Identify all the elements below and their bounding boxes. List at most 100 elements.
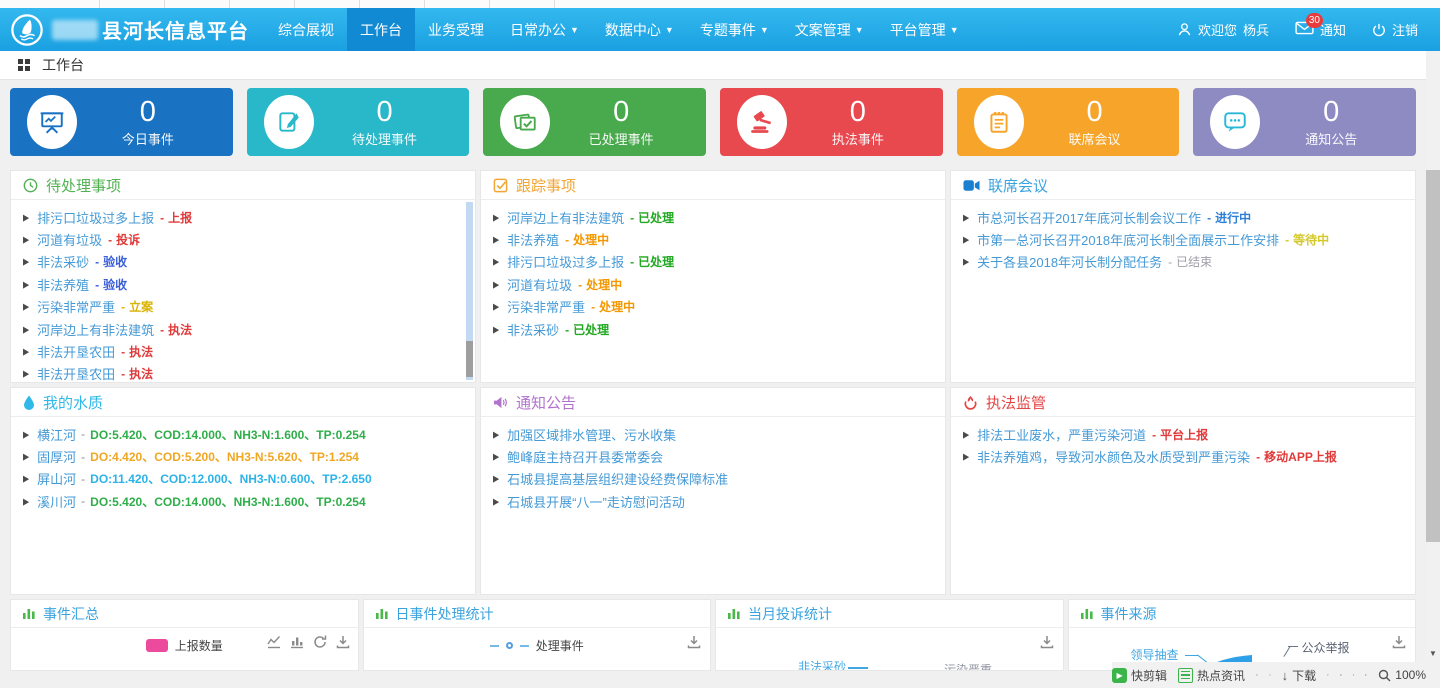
caret-right-icon: ▶ (23, 474, 29, 484)
list-item[interactable]: ▶石城县提高基层组织建设经费保障标准 (493, 468, 933, 490)
list-item[interactable]: ▶非法开垦农田-执法 (23, 363, 463, 383)
list-item[interactable]: ▶污染非常严重-处理中 (493, 296, 933, 318)
list-item[interactable]: ▶市总河长召开2017年底河长制会议工作-进行中 (963, 206, 1403, 228)
list-item[interactable]: ▶污染非常严重-立案 (23, 296, 463, 318)
list-item[interactable]: ▶市第一总河长召开2018年底河长制全面展示工作安排-等待中 (963, 228, 1403, 250)
item-text: 排法工业废水，严重污染河道 (977, 425, 1146, 444)
list-item[interactable]: ▶石城县开展“八一”走访慰问活动 (493, 490, 933, 512)
pin-icon[interactable] (1269, 668, 1271, 682)
list-item[interactable]: ▶非法养殖-验收 (23, 273, 463, 295)
menu-item-workbench[interactable]: 工作台 (347, 8, 415, 51)
item-text: 加强区域排水管理、污水收集 (507, 425, 676, 444)
item-status: -平台上报 (1152, 426, 1208, 443)
panel-title: 待处理事项 (46, 175, 121, 196)
download-arrow-icon: ↓ (1282, 668, 1289, 683)
download-icon[interactable] (1392, 635, 1406, 649)
pending-list: ▶排污口垃圾过多上报-上报 ▶河道有垃圾-投诉 ▶非法采砂-验收 ▶非法养殖-验… (11, 200, 475, 383)
card-today-events[interactable]: 0 今日事件 (10, 88, 233, 156)
card-processed-events[interactable]: 0 已处理事件 (483, 88, 706, 156)
caret-right-icon: ▶ (23, 212, 29, 222)
list-item[interactable]: ▶非法采砂-已处理 (493, 318, 933, 340)
download-button[interactable]: ↓ 下载 (1282, 667, 1317, 684)
scrollbar-thumb[interactable] (1426, 170, 1440, 542)
zoom-control[interactable]: 100% (1378, 668, 1426, 682)
item-text: 非法养殖 (37, 275, 89, 294)
legend-line-icon (520, 645, 529, 647)
hot-news-button[interactable]: 热点资讯 (1178, 667, 1245, 684)
compat-mode-icon[interactable] (1340, 668, 1342, 682)
menu-item-overview[interactable]: 综合展视 (265, 8, 347, 51)
list-item[interactable]: ▶关于各县2018年河长制分配任务-已结束 (963, 251, 1403, 273)
flag-icon[interactable] (1327, 668, 1329, 682)
menu-item-document-mgmt[interactable]: 文案管理▼ (782, 8, 877, 51)
refresh-icon[interactable] (313, 635, 327, 649)
bar-chart-icon (1080, 607, 1094, 621)
list-item[interactable]: ▶固厚河-DO:4.420、COD:5.200、NH3-N:5.620、TP:1… (23, 445, 463, 467)
list-item[interactable]: ▶加强区域排水管理、污水收集 (493, 423, 933, 445)
page-scrollbar[interactable]: ▼ (1426, 51, 1440, 688)
chart-title: 事件来源 (1101, 604, 1157, 624)
quick-clip-button[interactable]: ▶ 快剪辑 (1112, 667, 1167, 684)
list-item[interactable]: ▶溪川河-DO:5.420、COD:14.000、NH3-N:1.600、TP:… (23, 490, 463, 512)
speaker-icon[interactable] (1365, 668, 1367, 682)
user-chip[interactable]: 欢迎您 杨兵 (1177, 20, 1269, 39)
window-icon[interactable] (1353, 668, 1355, 682)
separator: - (1168, 255, 1172, 269)
card-pending-events[interactable]: 0 待处理事件 (247, 88, 470, 156)
scrollbar-thumb[interactable] (466, 341, 473, 377)
bar-chart-icon (22, 607, 36, 621)
caret-right-icon: ▶ (23, 429, 29, 439)
list-item[interactable]: ▶河道有垃圾-处理中 (493, 273, 933, 295)
caret-right-icon: ▶ (963, 257, 969, 267)
card-law-events[interactable]: 0 执法事件 (720, 88, 943, 156)
download-icon[interactable] (1040, 635, 1054, 649)
speed-mode-icon[interactable] (1256, 668, 1258, 682)
list-item[interactable]: ▶非法采砂-验收 (23, 251, 463, 273)
separator: - (95, 278, 99, 292)
list-item[interactable]: ▶鲍峰庭主持召开县委常委会 (493, 445, 933, 467)
caret-right-icon: ▶ (493, 234, 499, 244)
menu-item-data-center[interactable]: 数据中心▼ (592, 8, 687, 51)
menu-item-platform-mgmt[interactable]: 平台管理▼ (877, 8, 972, 51)
separator: - (121, 345, 125, 359)
main-menu: 综合展视 工作台 业务受理 日常办公▼ 数据中心▼ 专题事件▼ 文案管理▼ 平台… (265, 8, 972, 51)
notice-button[interactable]: 30 通知 (1295, 20, 1346, 39)
grid-icon[interactable] (18, 59, 30, 71)
separator: - (160, 323, 164, 337)
download-icon[interactable] (687, 635, 701, 649)
item-text: 市第一总河长召开2018年底河长制全面展示工作安排 (977, 230, 1279, 249)
list-item[interactable]: ▶河岸边上有非法建筑-执法 (23, 318, 463, 340)
card-label: 执法事件 (832, 129, 884, 148)
panel-scrollbar[interactable] (466, 202, 473, 380)
list-item[interactable]: ▶非法养殖鸡，导致河水颜色及水质受到严重污染-移动APP上报 (963, 445, 1403, 467)
list-item[interactable]: ▶排污口垃圾过多上报-已处理 (493, 251, 933, 273)
logout-button[interactable]: 注销 (1372, 20, 1418, 39)
notice-count-badge: 30 (1306, 13, 1323, 28)
panel-my-water-quality: 我的水质 ▶横江河-DO:5.420、COD:14.000、NH3-N:1.60… (10, 387, 476, 595)
menu-item-business[interactable]: 业务受理 (415, 8, 497, 51)
card-value: 0 (376, 96, 392, 128)
list-item[interactable]: ▶河道有垃圾-投诉 (23, 228, 463, 250)
menu-item-special-events[interactable]: 专题事件▼ (687, 8, 782, 51)
list-item[interactable]: ▶非法养殖-处理中 (493, 228, 933, 250)
scroll-down-arrow-icon[interactable]: ▼ (1429, 649, 1437, 658)
item-text: 非法采砂 (37, 252, 89, 271)
caret-right-icon: ▶ (23, 346, 29, 356)
card-joint-meetings[interactable]: 0 联席会议 (957, 88, 1180, 156)
list-item[interactable]: ▶排法工业废水，严重污染河道-平台上报 (963, 423, 1403, 445)
list-item[interactable]: ▶河岸边上有非法建筑-已处理 (493, 206, 933, 228)
bar-chart-toggle-icon[interactable] (290, 635, 304, 649)
list-item[interactable]: ▶横江河-DO:5.420、COD:14.000、NH3-N:1.600、TP:… (23, 423, 463, 445)
legend-swatch[interactable] (146, 639, 168, 652)
legend[interactable]: 处理事件 (364, 628, 711, 654)
list-item[interactable]: ▶非法开垦农田-执法 (23, 340, 463, 362)
speaker-icon (493, 396, 508, 409)
card-announcements[interactable]: 0 通知公告 (1193, 88, 1416, 156)
menu-item-daily-office[interactable]: 日常办公▼ (497, 8, 592, 51)
list-item[interactable]: ▶排污口垃圾过多上报-上报 (23, 206, 463, 228)
list-item[interactable]: ▶屏山河-DO:11.420、COD:12.000、NH3-N:0.600、TP… (23, 468, 463, 490)
enforcement-list: ▶排法工业废水，严重污染河道-平台上报 ▶非法养殖鸡，导致河水颜色及水质受到严重… (951, 417, 1415, 468)
line-chart-toggle-icon[interactable] (267, 635, 281, 649)
separator: - (121, 367, 125, 381)
download-icon[interactable] (336, 635, 350, 649)
